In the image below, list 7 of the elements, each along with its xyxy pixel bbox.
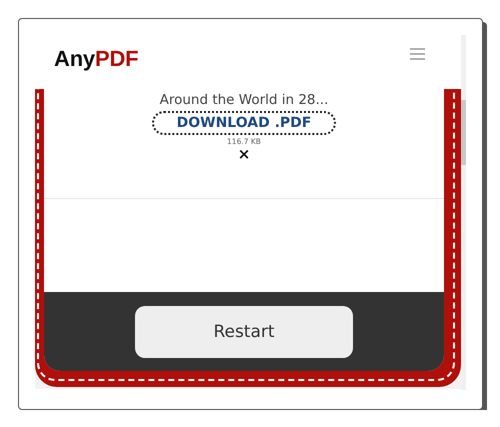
remove-button[interactable]: × [238,147,250,162]
file-name: Around the World in 28... [160,92,328,108]
logo: AnyPDF [54,46,138,72]
restart-button[interactable]: Restart [135,306,353,358]
menu-icon[interactable] [410,48,425,60]
scrollbar[interactable] [461,35,466,390]
download-link[interactable]: DOWNLOAD .PDF [152,111,336,135]
